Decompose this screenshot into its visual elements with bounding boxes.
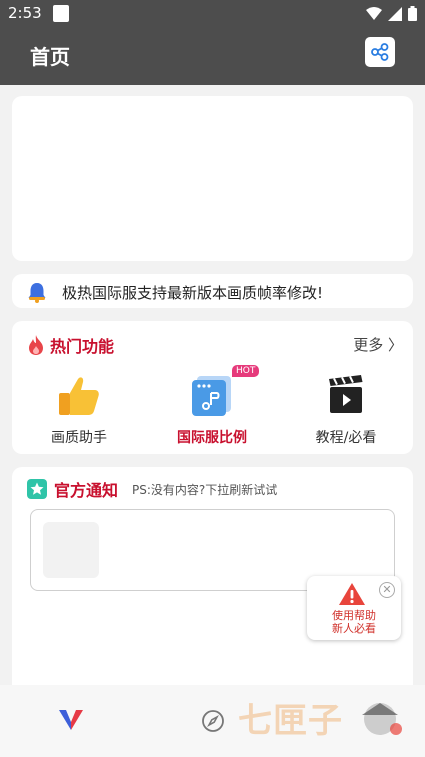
help-popup[interactable]: ✕ 使用帮助 新人必看 <box>307 576 401 640</box>
notification-icon <box>53 5 69 22</box>
signal-icon <box>388 6 402 21</box>
hot-features-header: 热门功能 <box>26 333 114 357</box>
app-window-icon <box>192 376 231 416</box>
wifi-icon <box>366 6 382 20</box>
hot-features-section: 热门功能 更多 〉 画质助手 HOT 国际服比例 教程/必看 <box>12 321 413 454</box>
banner-area[interactable] <box>12 96 413 261</box>
share-icon <box>371 43 389 61</box>
compass-icon[interactable] <box>201 709 225 733</box>
official-notice-title: 官方通知 <box>54 481 119 500</box>
notice-thumbnail <box>43 522 99 578</box>
status-icons <box>366 6 417 21</box>
bell-icon <box>28 283 46 303</box>
bottom-nav: 七匣子 <box>0 685 425 757</box>
clapperboard-icon <box>329 375 363 413</box>
feature-tutorial[interactable]: 教程/必看 <box>291 373 401 447</box>
flame-icon <box>29 335 43 355</box>
feature-label: 画质助手 <box>51 430 107 446</box>
battery-icon <box>408 6 417 21</box>
app-bar: 首页 <box>0 29 425 85</box>
share-button[interactable] <box>365 37 395 67</box>
help-line-2: 新人必看 <box>332 622 376 635</box>
feature-international-ratio[interactable]: HOT 国际服比例 <box>157 365 267 447</box>
official-notice-header: 官方通知 PS:没有内容?下拉刷新试试 <box>26 477 277 501</box>
close-icon[interactable]: ✕ <box>379 582 395 598</box>
help-line-1: 使用帮助 <box>332 609 376 622</box>
hot-badge: HOT <box>232 365 260 377</box>
status-bar: 2:53 <box>0 0 425 29</box>
feature-label: 国际服比例 <box>177 430 247 446</box>
hot-features-title: 热门功能 <box>50 337 115 356</box>
more-link[interactable]: 更多 〉 <box>353 334 403 355</box>
watermark-mascot-icon <box>362 703 402 735</box>
home-v-logo-icon[interactable] <box>58 709 84 731</box>
status-time: 2:53 <box>8 4 42 22</box>
notice-bar[interactable]: 极热国际服支持最新版本画质帧率修改! <box>12 274 413 308</box>
page-title: 首页 <box>30 45 70 69</box>
thumbs-up-icon <box>59 377 99 415</box>
warning-icon <box>339 583 365 605</box>
feature-quality-assistant[interactable]: 画质助手 <box>24 373 134 447</box>
star-badge-icon <box>27 479 47 499</box>
watermark-text: 七匣子 <box>238 701 343 741</box>
official-notice-hint: PS:没有内容?下拉刷新试试 <box>132 482 278 497</box>
feature-label: 教程/必看 <box>315 430 377 446</box>
notice-text: 极热国际服支持最新版本画质帧率修改! <box>62 284 324 302</box>
help-popup-text: 使用帮助 新人必看 <box>307 609 401 635</box>
